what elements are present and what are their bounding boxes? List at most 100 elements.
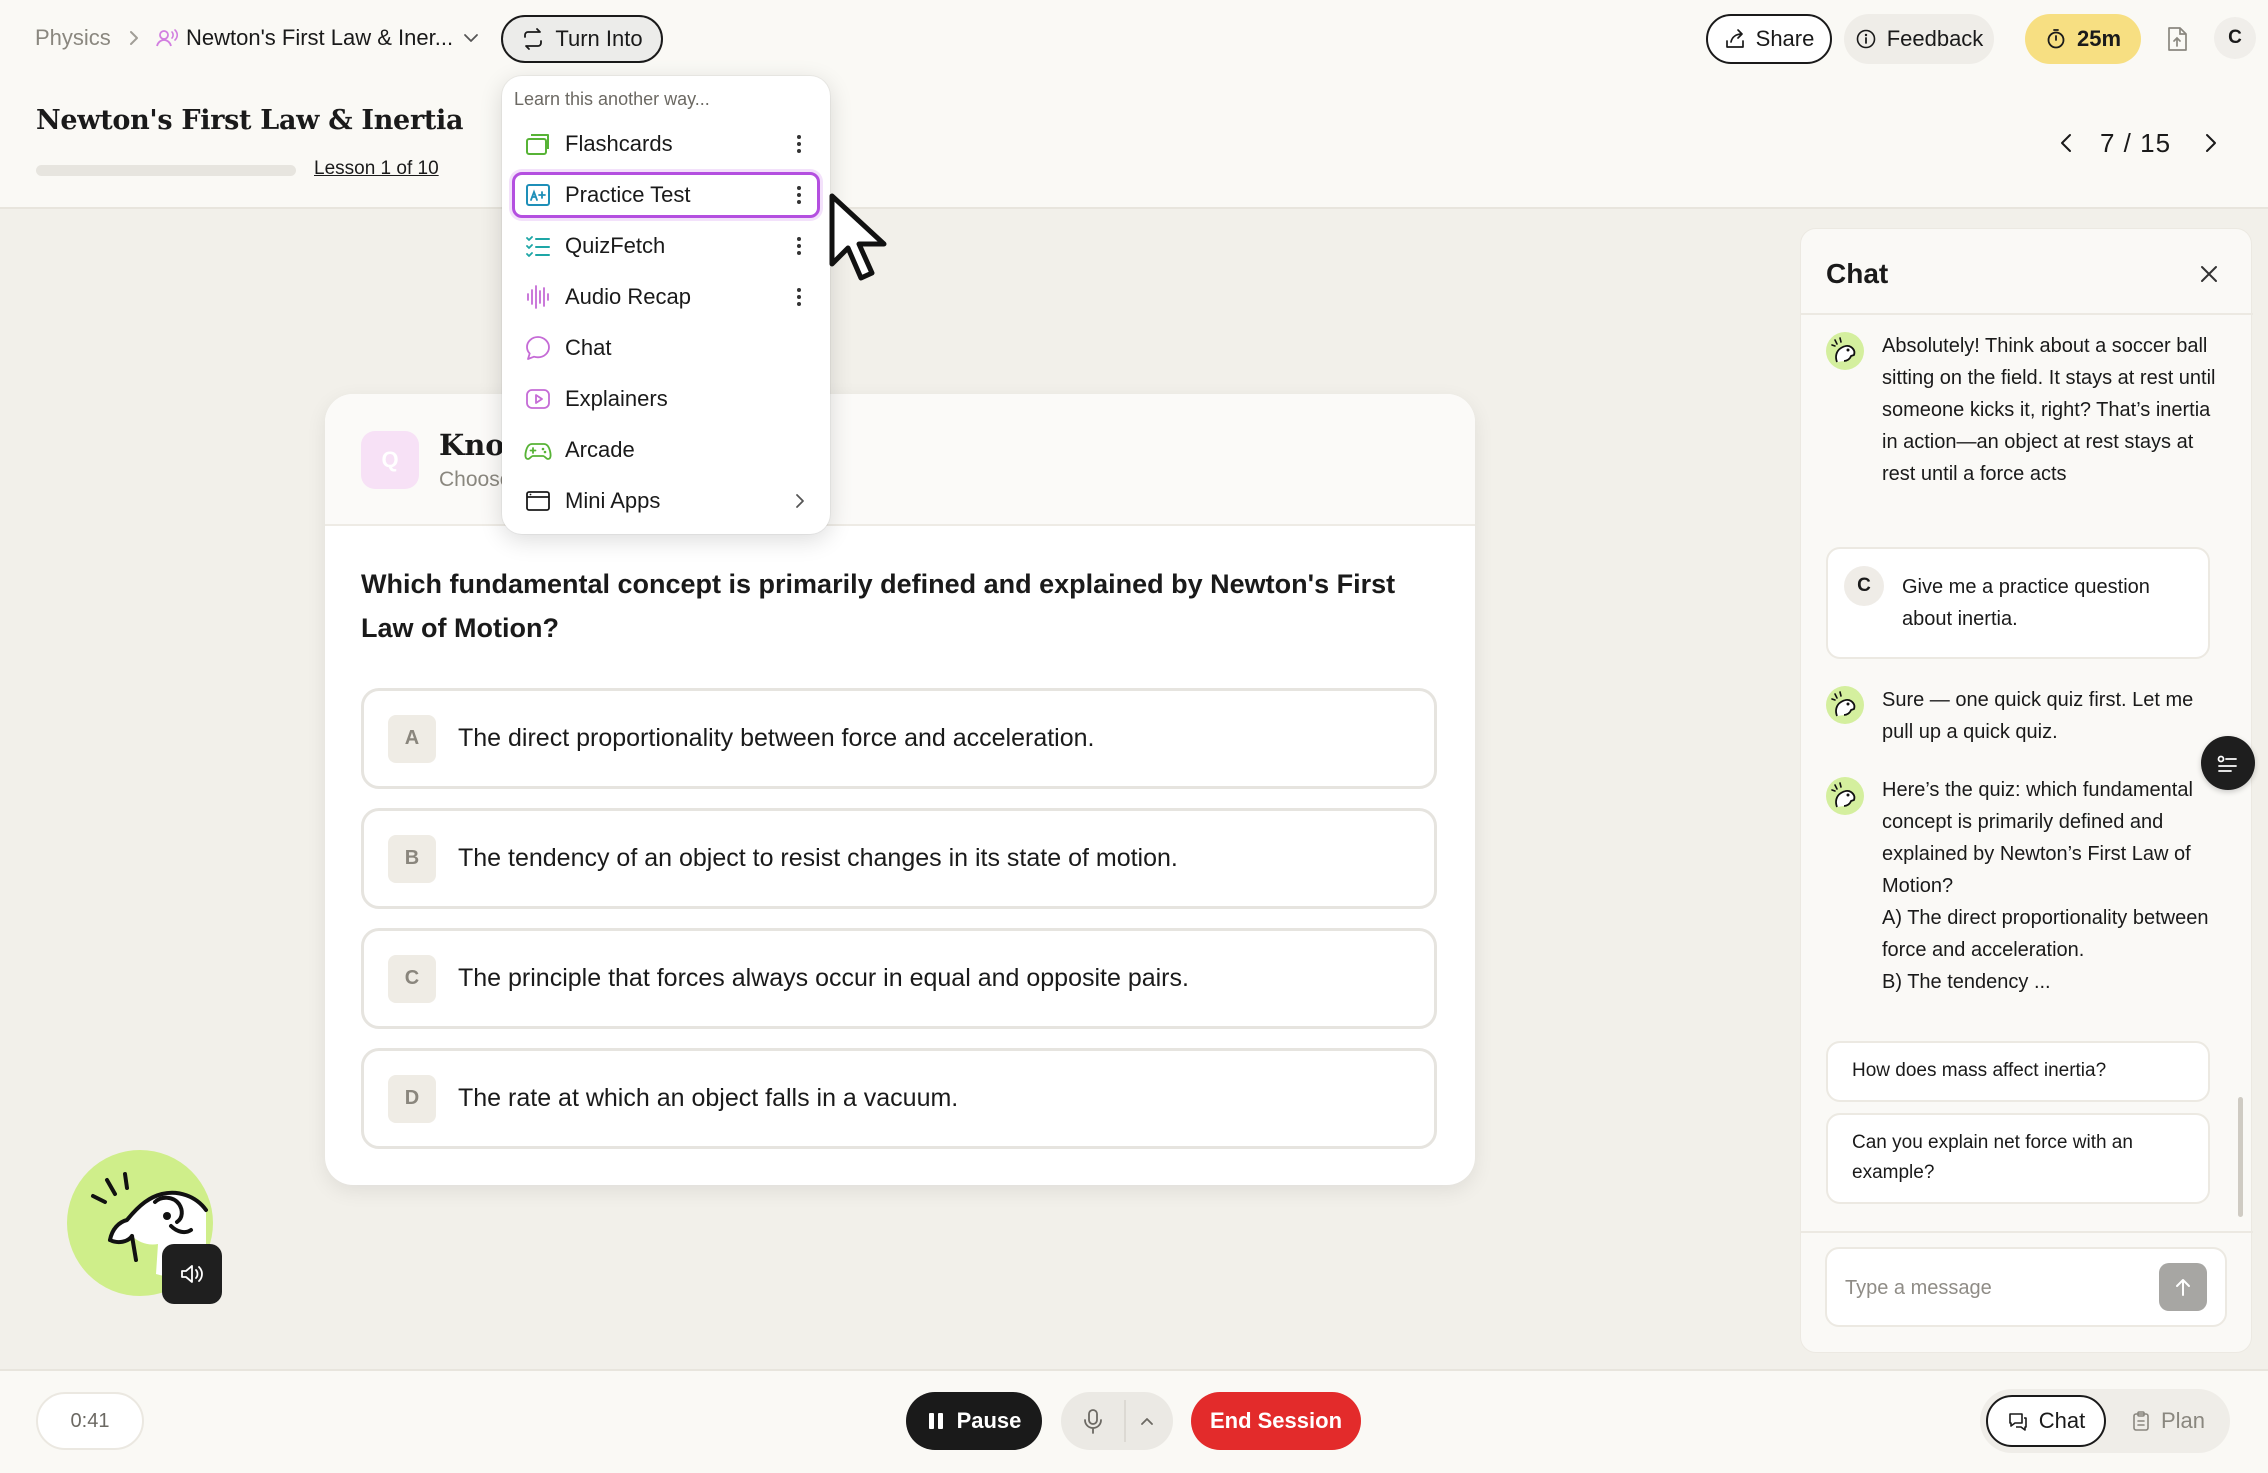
chat-message-input[interactable] [1845,1269,2145,1307]
chat-panel: Chat Absolutely! Think about a soccer ba… [1800,228,2253,1353]
session-timer-badge[interactable]: 25m [2025,14,2141,64]
option-letter: D [388,1074,436,1123]
info-icon [1856,29,1875,49]
menu-item-practice-test[interactable]: Practice Test [512,172,820,218]
more-vertical-icon[interactable] [796,134,802,154]
arrow-up-icon [2176,1279,2190,1296]
repeat-icon [524,28,543,50]
option-text: The tendency of an object to resist chan… [458,844,1178,872]
menu-item-label: Audio Recap [565,284,691,309]
menu-item-quizfetch[interactable]: QuizFetch [512,223,820,269]
menu-item-label: Explainers [565,386,668,411]
user-avatar[interactable]: C [2214,17,2256,59]
lesson-progress-bar [36,165,296,176]
gamepad-icon [524,443,552,460]
menu-item-arcade[interactable]: Arcade [512,427,820,473]
feedback-button[interactable]: Feedback [1844,14,1994,64]
chevron-left-icon[interactable] [2055,128,2079,158]
bot-message: Absolutely! Think about a soccer ball si… [1882,335,2216,485]
menu-item-mini-apps[interactable]: Mini Apps [512,478,820,524]
page-indicator: 7 / 15 [2100,128,2172,158]
microphone-control [1061,1392,1173,1450]
chat-tab-label: Chat [2038,1408,2086,1433]
chat-scrollbar[interactable] [2238,1097,2243,1217]
document-export-icon[interactable] [2164,25,2190,53]
option-letter: B [388,834,436,883]
pause-button[interactable]: Pause [906,1392,1042,1450]
elapsed-time: 0:41 [36,1392,144,1450]
speaker-icon [181,1265,203,1283]
more-vertical-icon[interactable] [796,185,802,205]
share-icon [1725,29,1744,48]
clipboard-icon [2133,1411,2149,1431]
flashcards-icon [526,134,549,155]
menu-item-explainers[interactable]: Explainers [512,376,820,422]
menu-item-chat[interactable]: Chat [512,325,820,371]
chevron-right-icon [130,31,138,45]
turn-into-button[interactable]: Turn Into [501,15,663,63]
answer-option-b[interactable]: B The tendency of an object to resist ch… [361,808,1437,909]
option-text: The direct proportionality between force… [458,724,1095,752]
microphone-icon[interactable] [1080,1407,1106,1435]
pause-label: Pause [956,1408,1022,1433]
window-icon [526,491,550,511]
chevron-right-icon[interactable] [2198,128,2222,158]
quizfetch-icon [526,236,550,257]
breadcrumb-lesson-title[interactable]: Newton's First Law & Iner... [186,25,453,51]
bot-avatar [1826,332,1864,370]
end-session-button[interactable]: End Session [1191,1392,1361,1450]
practice-test-icon [526,184,550,206]
option-letter: C [388,954,436,1003]
suggested-prompt[interactable]: Can you explain net force with an exampl… [1826,1113,2210,1204]
suggested-prompt[interactable]: How does mass affect inertia? [1826,1041,2210,1102]
option-text: The rate at which an object falls in a v… [458,1084,959,1112]
lesson-counter-link[interactable]: Lesson 1 of 10 [314,158,439,180]
plan-tab-label: Plan [2160,1408,2206,1433]
bot-message: Here’s the quiz: which fundamental conce… [1882,779,2209,993]
chevron-down-icon[interactable] [462,29,480,47]
more-vertical-icon[interactable] [796,287,802,307]
bot-avatar [1826,686,1864,724]
answer-option-c[interactable]: C The principle that forces always occur… [361,928,1437,1029]
volume-button[interactable] [162,1244,222,1304]
divider [1801,313,2253,315]
user-message-text: Give me a practice question about inerti… [1902,576,2150,630]
send-button[interactable] [2159,1263,2207,1311]
chat-icon [2008,1413,2027,1431]
menu-item-label: Arcade [565,437,635,462]
divider [1124,1400,1126,1442]
menu-item-flashcards[interactable]: Flashcards [512,121,820,167]
answer-option-a[interactable]: A The direct proportionality between for… [361,688,1437,789]
timer-label: 25m [2076,26,2122,51]
menu-item-audio-recap[interactable]: Audio Recap [512,274,820,320]
podcast-person-icon [156,29,179,47]
user-message: C Give me a practice question about iner… [1826,547,2210,659]
pause-icon [928,1413,943,1429]
toggle-chat-tab[interactable]: Chat [1986,1395,2106,1447]
menu-item-label: Chat [565,335,612,360]
page-title: Newton's First Law & Inertia [36,105,464,136]
turn-into-menu: Learn this another way... Flashcards Pra… [502,76,830,534]
list-icon [2217,755,2237,772]
menu-heading: Learn this another way... [514,89,710,109]
quiz-card: Q Knowledge Check Choose the best answer… [325,394,1475,1185]
chevron-up-icon[interactable] [1138,1412,1156,1430]
option-text: The principle that forces always occur i… [458,964,1189,992]
quiz-question: Which fundamental concept is primarily d… [361,569,1396,643]
chat-bubble-icon [526,336,550,360]
chat-title: Chat [1826,258,1889,289]
toggle-plan-tab[interactable]: Plan [2114,1395,2222,1447]
audio-wave-icon [527,285,549,309]
breadcrumb-physics[interactable]: Physics [35,25,111,51]
more-vertical-icon[interactable] [796,236,802,256]
bot-message: Sure — one quick quiz first. Let me pull… [1882,689,2194,743]
quiz-header: Q Knowledge Check Choose the best answer [325,394,1475,526]
chevron-right-icon [796,494,804,508]
share-button[interactable]: Share [1706,14,1832,64]
divider [1801,1231,2253,1233]
close-icon[interactable] [2197,262,2221,286]
floating-outline-button[interactable] [2201,736,2255,790]
answer-option-d[interactable]: D The rate at which an object falls in a… [361,1048,1437,1149]
panel-toggle: Chat Plan [1980,1389,2230,1453]
turn-into-label: Turn Into [555,26,643,51]
